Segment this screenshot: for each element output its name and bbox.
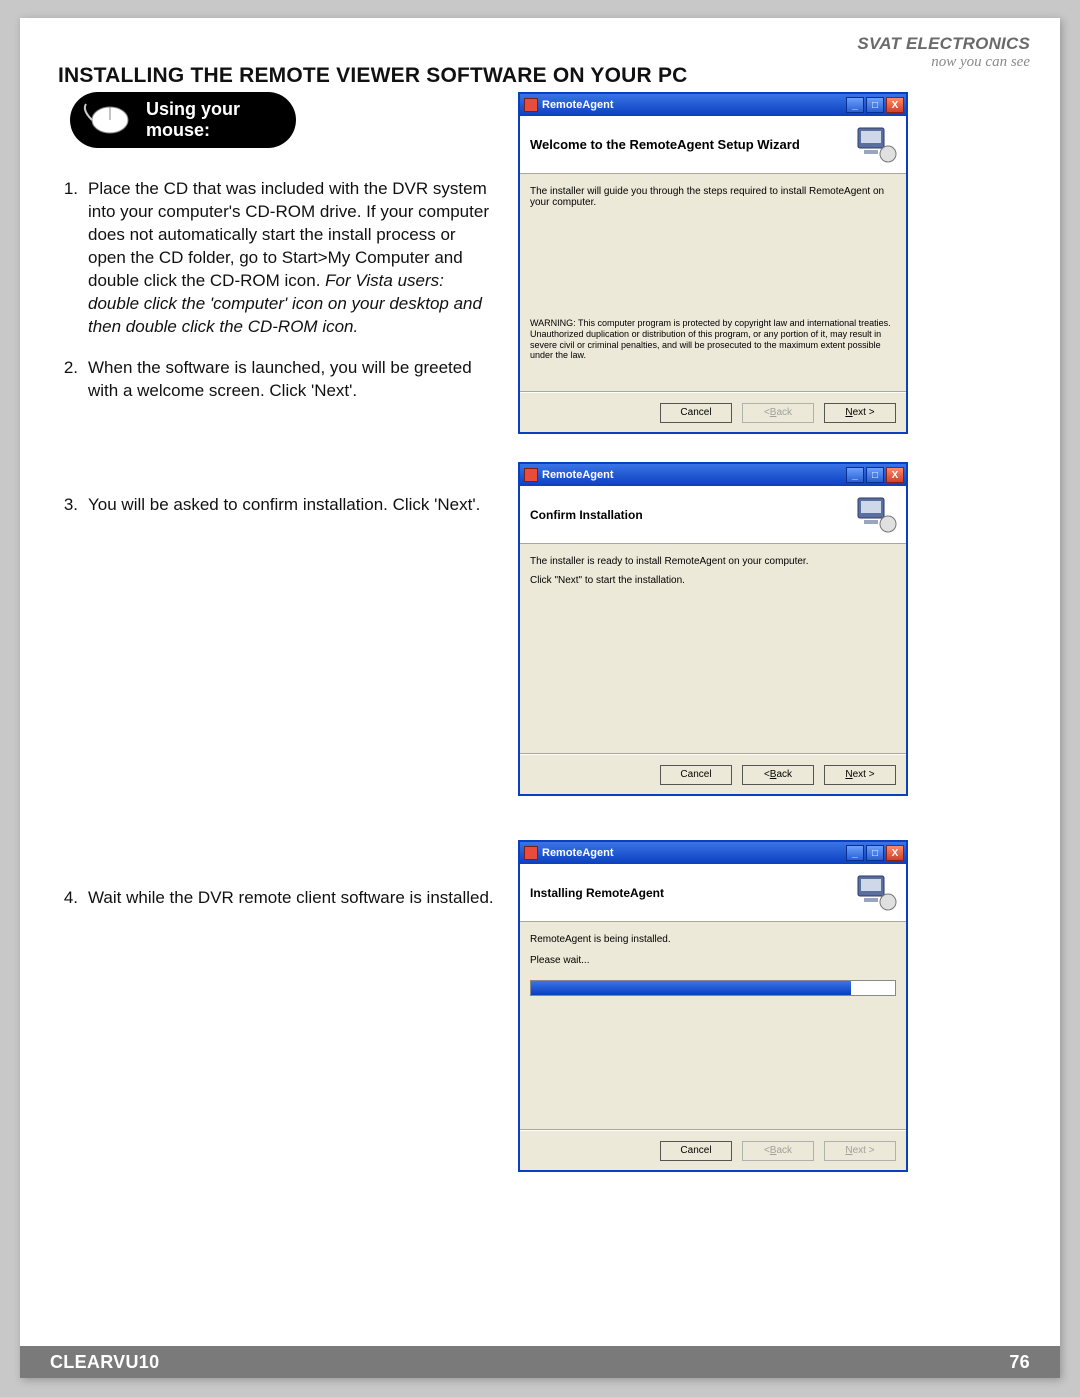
mouse-icon <box>80 100 138 140</box>
close-button[interactable]: X <box>886 845 904 861</box>
mouse-badge: Using your mouse: <box>70 92 296 148</box>
close-button[interactable]: X <box>886 467 904 483</box>
button-row: Cancel < Back Next > <box>520 392 906 432</box>
step-body: Place the CD that was included with the … <box>88 178 498 339</box>
installer-dialog-progress: RemoteAgent _ □ X Installing RemoteAgent… <box>518 840 908 1172</box>
dialog-header: Confirm Installation <box>520 486 906 544</box>
close-button[interactable]: X <box>886 97 904 113</box>
please-wait-label: Please wait... <box>530 955 896 966</box>
app-icon <box>524 98 538 112</box>
titlebar: RemoteAgent _ □ X <box>520 94 906 116</box>
mouse-badge-line2: mouse: <box>146 120 240 141</box>
button-row: Cancel < Back Next > <box>520 1130 906 1170</box>
app-icon <box>524 846 538 860</box>
cancel-button[interactable]: Cancel <box>660 765 732 785</box>
dialog-body-text: RemoteAgent is being installed. <box>530 934 896 945</box>
button-row: Cancel < Back Next > <box>520 754 906 794</box>
back-button: < Back <box>742 403 814 423</box>
progress-bar <box>530 980 896 996</box>
brand-name: SVAT ELECTRONICS <box>857 34 1030 54</box>
step-body: Wait while the DVR remote client softwar… <box>88 887 498 910</box>
next-button[interactable]: Next > <box>824 403 896 423</box>
next-button[interactable]: Next > <box>824 765 896 785</box>
steps-list: 1. Place the CD that was included with t… <box>58 178 498 928</box>
step-number: 3. <box>58 494 88 517</box>
back-button: < Back <box>742 1141 814 1161</box>
footer-model: CLEARVU10 <box>50 1352 159 1373</box>
minimize-button[interactable]: _ <box>846 97 864 113</box>
brand-tagline: now you can see <box>857 54 1030 71</box>
mouse-badge-line1: Using your <box>146 99 240 120</box>
dialog-content: The installer will guide you through the… <box>520 174 906 392</box>
dialog-content: The installer is ready to install Remote… <box>520 544 906 754</box>
installer-icon <box>854 870 898 914</box>
titlebar: RemoteAgent _ □ X <box>520 464 906 486</box>
installer-dialog-confirm: RemoteAgent _ □ X Confirm Installation T… <box>518 462 908 796</box>
next-button: Next > <box>824 1141 896 1161</box>
step-body: You will be asked to confirm installatio… <box>88 494 498 517</box>
brand-block: SVAT ELECTRONICS now you can see <box>857 34 1030 71</box>
window-title: RemoteAgent <box>542 469 614 481</box>
dialog-title: Welcome to the RemoteAgent Setup Wizard <box>530 137 800 152</box>
dialog-title: Installing RemoteAgent <box>530 886 664 900</box>
window-title: RemoteAgent <box>542 847 614 859</box>
dialog-title: Confirm Installation <box>530 508 643 522</box>
page-footer: CLEARVU10 76 <box>20 1346 1060 1378</box>
cancel-button[interactable]: Cancel <box>660 1141 732 1161</box>
step-number: 4. <box>58 887 88 910</box>
mouse-badge-label: Using your mouse: <box>146 99 240 140</box>
maximize-button[interactable]: □ <box>866 845 884 861</box>
maximize-button[interactable]: □ <box>866 97 884 113</box>
step-3: 3. You will be asked to confirm installa… <box>58 494 498 517</box>
installer-icon <box>854 492 898 536</box>
minimize-button[interactable]: _ <box>846 467 864 483</box>
step-2: 2. When the software is launched, you wi… <box>58 357 498 403</box>
progress-fill <box>531 981 851 995</box>
dialog-body-text: The installer will guide you through the… <box>530 186 896 208</box>
back-button[interactable]: < Back <box>742 765 814 785</box>
app-icon <box>524 468 538 482</box>
dialog-header: Installing RemoteAgent <box>520 864 906 922</box>
step-body: When the software is launched, you will … <box>88 357 498 403</box>
maximize-button[interactable]: □ <box>866 467 884 483</box>
step-number: 1. <box>58 178 88 339</box>
installer-dialog-welcome: RemoteAgent _ □ X Welcome to the RemoteA… <box>518 92 908 434</box>
dialog-content: RemoteAgent is being installed. Please w… <box>520 922 906 1130</box>
page-heading: INSTALLING THE REMOTE VIEWER SOFTWARE ON… <box>58 64 688 88</box>
step-4: 4. Wait while the DVR remote client soft… <box>58 887 498 910</box>
titlebar: RemoteAgent _ □ X <box>520 842 906 864</box>
minimize-button[interactable]: _ <box>846 845 864 861</box>
step-1: 1. Place the CD that was included with t… <box>58 178 498 339</box>
dialog-body-text: The installer is ready to install Remote… <box>530 556 896 567</box>
footer-page-number: 76 <box>1009 1352 1030 1373</box>
dialog-warning-text: WARNING: This computer program is protec… <box>530 318 896 361</box>
dialog-body-text: Click "Next" to start the installation. <box>530 575 896 586</box>
cancel-button[interactable]: Cancel <box>660 403 732 423</box>
window-title: RemoteAgent <box>542 99 614 111</box>
dialog-header: Welcome to the RemoteAgent Setup Wizard <box>520 116 906 174</box>
step-number: 2. <box>58 357 88 403</box>
installer-icon <box>854 122 898 166</box>
document-page: SVAT ELECTRONICS now you can see INSTALL… <box>20 18 1060 1378</box>
